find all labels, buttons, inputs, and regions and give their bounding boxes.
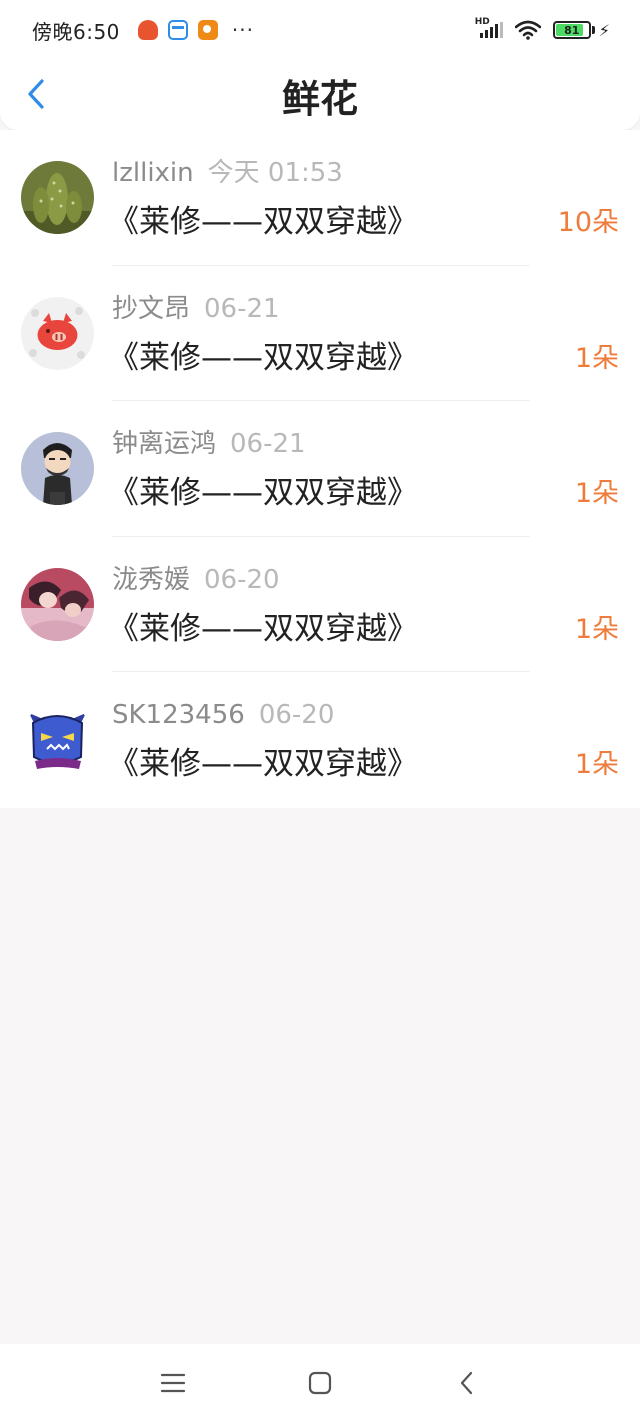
home-icon bbox=[308, 1371, 332, 1395]
system-nav-bar bbox=[0, 1344, 640, 1422]
username[interactable]: 钟离运鸿 bbox=[112, 429, 216, 459]
book-title[interactable]: 《莱修——双双穿越》 bbox=[108, 201, 418, 243]
flower-record-row[interactable]: SK123456 06-20 《莱修——双双穿越》 1朵 bbox=[0, 672, 640, 808]
flower-record-row[interactable]: 抄文昂 06-21 《莱修——双双穿越》 1朵 bbox=[0, 266, 640, 402]
book-title[interactable]: 《莱修——双双穿越》 bbox=[108, 472, 418, 514]
notification-app-icon bbox=[137, 20, 158, 40]
flower-count: 1朵 bbox=[574, 478, 619, 510]
book-title[interactable]: 《莱修——双双穿越》 bbox=[108, 337, 418, 379]
system-back-button[interactable] bbox=[437, 1353, 497, 1413]
record-time: 06-21 bbox=[230, 429, 306, 460]
username[interactable]: SK123456 bbox=[112, 700, 245, 730]
page-title: 鲜花 bbox=[281, 77, 358, 121]
record-time: 今天 01:53 bbox=[207, 158, 343, 188]
avatar[interactable] bbox=[21, 567, 94, 641]
username[interactable]: 抄文昂 bbox=[112, 294, 190, 324]
flower-count: 1朵 bbox=[574, 342, 619, 374]
book-title[interactable]: 《莱修——双双穿越》 bbox=[108, 743, 418, 785]
back-arrow-icon bbox=[460, 1371, 472, 1395]
nav-bar: 鲜花 bbox=[0, 60, 640, 130]
username[interactable]: 泷秀媛 bbox=[112, 565, 190, 595]
reader-app-icon bbox=[197, 20, 218, 40]
record-meta: 泷秀媛 06-20 bbox=[112, 563, 280, 597]
flower-record-row[interactable]: 钟离运鸿 06-21 《莱修——双双穿越》 1朵 bbox=[0, 401, 640, 537]
status-right: HD 81 ⚡ bbox=[474, 17, 610, 40]
status-time: 傍晚6:50 bbox=[32, 19, 120, 44]
avatar[interactable] bbox=[21, 703, 94, 777]
flower-record-row[interactable]: lzllixin 今天 01:53 《莱修——双双穿越》 10朵 bbox=[0, 130, 640, 266]
avatar[interactable] bbox=[21, 296, 94, 370]
book-title[interactable]: 《莱修——双双穿越》 bbox=[108, 608, 418, 650]
battery-icon: 81 bbox=[552, 21, 591, 39]
hd-indicator: HD bbox=[474, 17, 490, 27]
status-bar: 傍晚6:50 ··· HD 81 ⚡ bbox=[0, 0, 640, 60]
menu-button[interactable] bbox=[143, 1353, 203, 1413]
battery-nub bbox=[591, 26, 595, 34]
record-time: 06-20 bbox=[204, 564, 280, 595]
flower-record-row[interactable]: 泷秀媛 06-20 《莱修——双双穿越》 1朵 bbox=[0, 537, 640, 673]
more-notifications-icon: ··· bbox=[231, 18, 254, 42]
flower-count: 1朵 bbox=[574, 613, 619, 645]
record-time: 06-20 bbox=[258, 700, 335, 731]
username[interactable]: lzllixin bbox=[112, 158, 194, 188]
charging-icon: ⚡ bbox=[598, 20, 610, 40]
flower-count: 10朵 bbox=[557, 207, 619, 238]
flower-record-list: lzllixin 今天 01:53 《莱修——双双穿越》 10朵 抄文昂 06-21 bbox=[0, 130, 640, 808]
avatar[interactable] bbox=[21, 432, 94, 506]
notification-icons bbox=[128, 20, 218, 40]
record-meta: lzllixin 今天 01:53 bbox=[112, 156, 343, 190]
record-meta: 钟离运鸿 06-21 bbox=[112, 427, 306, 461]
record-meta: SK123456 06-20 bbox=[112, 698, 334, 732]
flower-count: 1朵 bbox=[574, 749, 619, 781]
avatar[interactable] bbox=[21, 161, 94, 234]
record-time: 06-21 bbox=[204, 293, 280, 324]
record-meta: 抄文昂 06-21 bbox=[112, 292, 280, 326]
menu-icon bbox=[161, 1373, 186, 1393]
wallet-app-icon bbox=[167, 20, 188, 40]
home-button[interactable] bbox=[290, 1353, 350, 1413]
battery-percent: 81 bbox=[564, 23, 580, 37]
wifi-icon bbox=[514, 20, 541, 40]
